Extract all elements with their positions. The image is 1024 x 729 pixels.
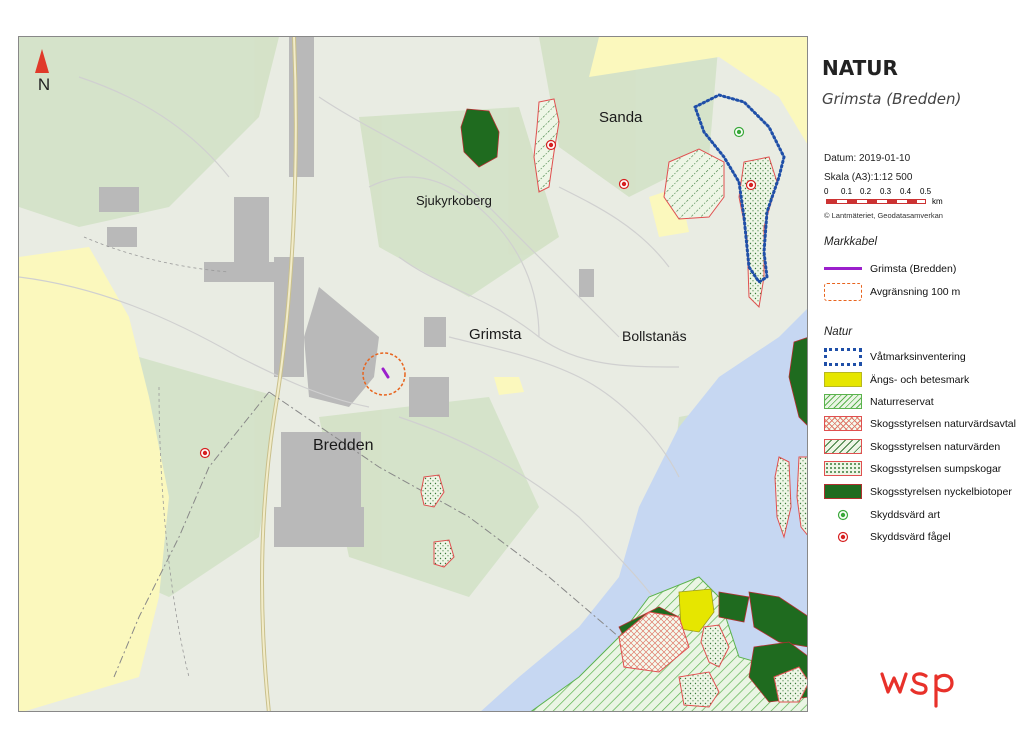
purple-line-swatch-icon [824, 261, 862, 276]
place-label-bollstanas: Bollstanäs [622, 328, 687, 344]
legend-label: Skogsstyrelsen naturvärden [870, 440, 1001, 453]
skala-text: Skala (A3):1:12 500 [824, 172, 913, 183]
legend-label: Ängs- och betesmark [870, 373, 970, 386]
legend-title: NATUR [822, 56, 898, 80]
place-label-bredden: Bredden [313, 437, 374, 454]
legend-label: Skogsstyrelsen sumpskogar [870, 462, 1002, 475]
legend-label: Grimsta (Bredden) [870, 262, 957, 275]
legend-label: Skyddsvärd fågel [870, 530, 951, 543]
legend-label: Naturreservat [870, 395, 934, 408]
legend-item-naturvarden: Skogsstyrelsen naturvärden [824, 439, 1000, 454]
legend-item-skyddsvard-art: Skyddsvärd art [824, 507, 940, 522]
place-label-grimsta: Grimsta [469, 326, 522, 343]
legend-label: Avgränsning 100 m [870, 286, 961, 298]
legend-item-vatmark: Våtmarksinventering [824, 348, 966, 366]
credit-text: © Lantmäteriet, Geodatasamverkan [824, 211, 943, 220]
scale-tick-5: 0.5 [920, 187, 932, 196]
legend-item-angs: Ängs- och betesmark [824, 372, 969, 387]
skyddsvard-art-points [733, 126, 745, 138]
green-point-swatch-icon [824, 507, 862, 522]
scale-bar: 0 0.1 0.2 0.3 0.4 0.5 km [824, 187, 964, 213]
datum-text: Datum: 2019-01-10 [824, 153, 911, 164]
red-point-swatch-icon [824, 529, 862, 544]
place-label-sjukyrkoberg: Sjukyrkoberg [416, 193, 492, 208]
orange-dashed-swatch-icon [824, 283, 862, 301]
legend-subtitle: Grimsta (Bredden) [822, 90, 962, 108]
natur-heading: Natur [824, 326, 853, 338]
legend-item-grimsta-bredden: Grimsta (Bredden) [824, 261, 956, 276]
scale-unit: km [932, 197, 943, 206]
place-label-sanda: Sanda [599, 109, 643, 126]
map-frame[interactable]: N Sanda Sjukyrkoberg Grimsta Bollstanäs … [18, 36, 808, 712]
scale-tick-1: 0.1 [841, 187, 853, 196]
wsp-logo [880, 668, 962, 713]
legend-label: Skyddsvärd art [870, 508, 941, 521]
legend-item-sumpskogar: Skogsstyrelsen sumpskogar [824, 461, 1001, 476]
red-dotted-swatch-icon [824, 461, 862, 476]
legend-label: Våtmarksinventering [870, 351, 966, 363]
legend-panel: NATUR Grimsta (Bredden) [822, 56, 1022, 108]
legend-item-naturvardsavtal: Skogsstyrelsen naturvärdsavtal [824, 416, 1016, 431]
markkabel-heading: Markkabel [824, 236, 878, 248]
scale-tick-0: 0 [824, 187, 829, 196]
green-hatch-swatch-icon [824, 394, 862, 409]
scale-tick-4: 0.4 [900, 187, 912, 196]
legend-item-naturreservat: Naturreservat [824, 394, 934, 409]
scale-tick-3: 0.3 [880, 187, 892, 196]
legend-label: Skogsstyrelsen naturvärdsavtal [870, 417, 1016, 430]
blue-dotted-swatch-icon [824, 348, 862, 366]
legend-item-nyckelbiotoper: Skogsstyrelsen nyckelbiotoper [824, 484, 1012, 499]
scale-tick-2: 0.2 [860, 187, 872, 196]
darkgreen-fill-swatch-icon [824, 484, 862, 499]
legend-item-skyddsvard-fagel: Skyddsvärd fågel [824, 529, 951, 544]
legend-item-avgransning: Avgränsning 100 m [824, 283, 960, 301]
map-canvas[interactable] [19, 37, 808, 712]
legend-label: Skogsstyrelsen nyckelbiotoper [870, 485, 1012, 498]
red-cross-swatch-icon [824, 416, 862, 431]
yellow-fill-swatch-icon [824, 372, 862, 387]
red-dot-hatch-swatch-icon [824, 439, 862, 454]
wsp-logo-icon [880, 672, 954, 708]
north-label: N [37, 75, 51, 94]
scale-bar-graphic [826, 199, 926, 204]
